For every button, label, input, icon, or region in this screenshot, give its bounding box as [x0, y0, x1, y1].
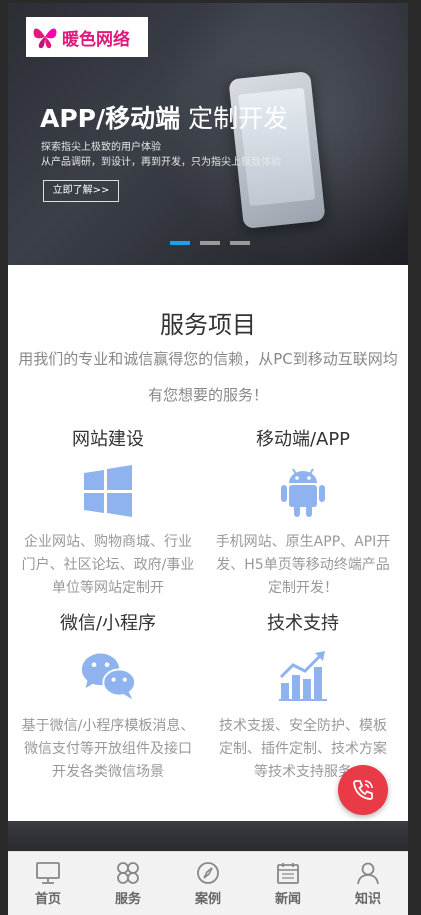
clover-icon [117, 862, 139, 884]
next-section-preview [8, 821, 408, 851]
carousel-indicators [170, 241, 250, 245]
service-item-support[interactable]: 技术支持 技术支援、安全防护、模板定制、插件定制、技术方案等技术支持服务 [213, 609, 393, 784]
services-section: 服务项目 用我们的专业和诚信赢得您的信赖，从PC到移动互联网均有您想要的服务！ … [8, 265, 408, 821]
tab-news[interactable]: 新闻 [248, 852, 328, 915]
banner-subtitle-2: 从产品调研，到设计，再到开发，只为指尖上极致体验 [41, 157, 281, 168]
android-icon [281, 468, 325, 517]
service-item-wechat[interactable]: 微信/小程序 基于微信/小程序模板消息、微信支付等开放组件及接口开发各类微信场景 [18, 609, 198, 784]
tab-services[interactable]: 服务 [88, 852, 168, 915]
banner-title-thin: 定制开发 [180, 104, 289, 133]
carousel-dot-2[interactable] [200, 241, 220, 245]
carousel-dot-3[interactable] [230, 241, 250, 245]
services-title: 服务项目 [160, 311, 256, 339]
service-desc: 企业网站、购物商城、行业门户、社区论坛、政府/事业单位等网站定制开 [21, 534, 195, 596]
tab-knowledge[interactable]: 知识 [328, 852, 408, 915]
chart-up-icon [279, 651, 327, 701]
tab-label: 新闻 [274, 892, 301, 907]
phone-icon [353, 780, 373, 800]
brand-name: 暖色网络 [62, 29, 130, 50]
services-description: 用我们的专业和诚信赢得您的信赖，从PC到移动互联网均有您想要的服务！ [18, 350, 398, 404]
tab-cases[interactable]: 案例 [168, 852, 248, 915]
wechat-icon [81, 653, 136, 700]
banner-title-bold: APP/移动端 [40, 104, 181, 133]
service-item-website[interactable]: 网站建设 企业网站、购物商城、行业门户、社区论坛、政府/事业单位等网站定制开 [18, 425, 198, 600]
compass-icon [197, 862, 219, 884]
tab-label: 知识 [354, 892, 381, 907]
carousel-dot-1[interactable] [170, 241, 190, 245]
learn-more-button[interactable]: 立即了解>> [43, 180, 119, 202]
app-frame: 暖色网络 APP/移动端 定制开发 探索指尖上极致的用户体验 从产品调研，到设计… [8, 3, 408, 915]
hero-banner[interactable]: 暖色网络 APP/移动端 定制开发 探索指尖上极致的用户体验 从产品调研，到设计… [8, 3, 408, 265]
service-title: 网站建设 [72, 429, 144, 450]
banner-subtitle-1: 探索指尖上极致的用户体验 [41, 142, 161, 153]
bottom-tab-bar: 首页 服务 案例 新闻 知识 [8, 851, 408, 915]
call-button[interactable] [338, 765, 388, 815]
service-desc: 手机网站、原生APP、API开发、H5单页等移动终端产品定制开发！ [215, 534, 391, 596]
service-desc: 基于微信/小程序模板消息、微信支付等开放组件及接口开发各类微信场景 [21, 718, 195, 780]
banner-phone-image [228, 71, 326, 229]
calendar-icon [277, 863, 299, 884]
service-title: 技术支持 [267, 613, 339, 634]
service-title: 移动端/APP [255, 429, 351, 450]
person-icon [357, 862, 379, 885]
service-title: 微信/小程序 [59, 613, 157, 634]
windows-icon [84, 465, 132, 517]
monitor-icon [36, 862, 60, 884]
service-item-mobile[interactable]: 移动端/APP 手机网站、原生APP、API开发、H5单页等移动终端产品定制开发… [213, 425, 393, 600]
tab-home[interactable]: 首页 [8, 852, 88, 915]
brand-logo[interactable]: 暖色网络 [26, 17, 148, 57]
butterfly-logo-icon [33, 28, 57, 49]
banner-title: APP/移动端 定制开发 [40, 99, 288, 135]
tab-label: 首页 [34, 892, 61, 907]
tab-label: 案例 [194, 892, 221, 907]
tab-label: 服务 [114, 892, 141, 907]
